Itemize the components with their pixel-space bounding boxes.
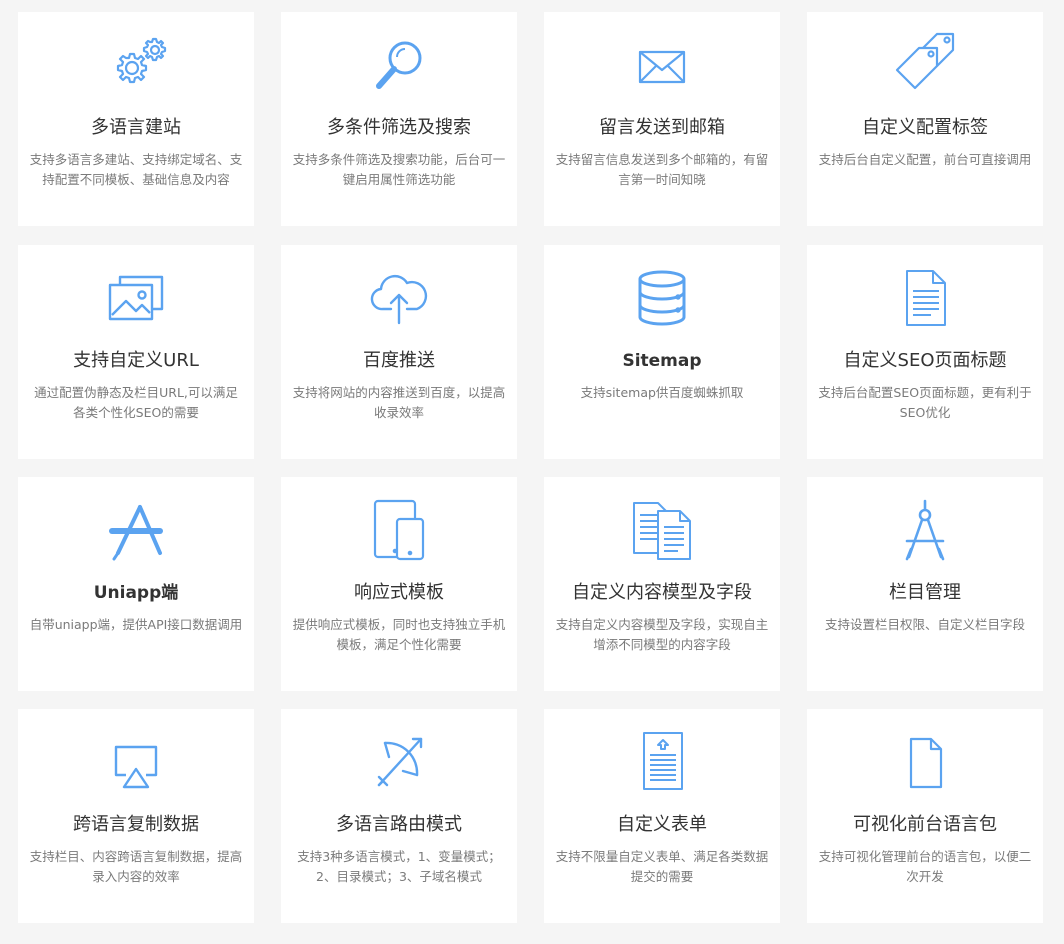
feature-title: Sitemap: [622, 351, 702, 371]
feature-card-seo-title[interactable]: 自定义SEO页面标题 支持后台配置SEO页面标题，更有利于SEO优化: [807, 245, 1043, 459]
feature-title: 支持自定义URL: [73, 350, 199, 371]
feature-desc: 支持栏目、内容跨语言复制数据，提高录入内容的效率: [29, 849, 243, 884]
feature-title: 百度推送: [363, 350, 435, 371]
feature-card-responsive[interactable]: 响应式模板 提供响应式模板，同时也支持独立手机模板，满足个性化需要: [281, 477, 517, 691]
feature-title: 多条件筛选及搜索: [327, 117, 471, 138]
feature-card-lang-pack[interactable]: 可视化前台语言包 支持可视化管理前台的语言包，以便二次开发: [807, 709, 1043, 923]
feature-desc: 支持设置栏目权限、自定义栏目字段: [824, 617, 1025, 632]
feature-desc: 支持不限量自定义表单、满足各类数据提交的需要: [555, 849, 769, 884]
feature-desc: 支持后台配置SEO页面标题，更有利于SEO优化: [818, 385, 1032, 420]
feature-title: 留言发送到邮箱: [599, 117, 725, 138]
feature-card-column-manage[interactable]: 栏目管理 支持设置栏目权限、自定义栏目字段: [807, 477, 1043, 691]
feature-desc: 支持留言信息发送到多个邮箱的，有留言第一时间知晓: [555, 152, 769, 187]
feature-card-custom-form[interactable]: 自定义表单 支持不限量自定义表单、满足各类数据提交的需要: [544, 709, 780, 923]
feature-card-multilang-site[interactable]: 多语言建站 支持多语言多建站、支持绑定域名、支持配置不同模板、基础信息及内容: [18, 12, 254, 226]
feature-desc: 支持多语言多建站、支持绑定域名、支持配置不同模板、基础信息及内容: [29, 152, 243, 187]
feature-desc: 提供响应式模板，同时也支持独立手机模板，满足个性化需要: [292, 617, 506, 652]
envelope-icon: [544, 36, 780, 98]
feature-card-custom-url[interactable]: 支持自定义URL 通过配置伪静态及栏目URL,可以满足各类个性化SEO的需要: [18, 245, 254, 459]
feature-title: 栏目管理: [889, 582, 961, 603]
feature-desc: 支持自定义内容模型及字段，实现自主增添不同模型的内容字段: [555, 617, 769, 652]
cloud-upload-icon: [281, 269, 517, 331]
feature-title: 自定义表单: [617, 814, 707, 835]
feature-desc: 通过配置伪静态及栏目URL,可以满足各类个性化SEO的需要: [34, 385, 238, 420]
feature-title: 自定义配置标签: [862, 117, 988, 138]
feature-card-filter-search[interactable]: 多条件筛选及搜索 支持多条件筛选及搜索功能，后台可一键启用属性筛选功能: [281, 12, 517, 226]
feature-desc: 支持多条件筛选及搜索功能，后台可一键启用属性筛选功能: [292, 152, 506, 187]
gears-icon: [18, 36, 254, 98]
bow-arrow-icon: [281, 733, 517, 795]
documents-icon: [544, 501, 780, 563]
form-document-icon: [544, 732, 780, 795]
feature-desc: 自带uniapp端，提供API接口数据调用: [29, 617, 243, 632]
feature-title: 跨语言复制数据: [73, 814, 199, 835]
feature-card-sitemap[interactable]: Sitemap 支持sitemap供百度蜘蛛抓取: [544, 245, 780, 459]
magnifier-icon: [281, 36, 517, 98]
feature-desc: 支持可视化管理前台的语言包，以便二次开发: [818, 849, 1032, 884]
feature-desc: 支持将网站的内容推送到百度，以提高收录效率: [292, 385, 506, 420]
feature-card-uniapp[interactable]: Uniapp端 自带uniapp端，提供API接口数据调用: [18, 477, 254, 691]
airplay-icon: [18, 733, 254, 795]
feature-desc: 支持后台自定义配置，前台可直接调用: [818, 152, 1032, 167]
feature-desc: 支持3种多语言模式，1、变量模式；2、目录模式；3、子域名模式: [297, 849, 501, 884]
feature-card-custom-tags[interactable]: 自定义配置标签 支持后台自定义配置，前台可直接调用: [807, 12, 1043, 226]
compass-icon: [807, 499, 1043, 563]
feature-title: 响应式模板: [354, 582, 444, 603]
images-icon: [18, 269, 254, 331]
feature-desc: 支持sitemap供百度蜘蛛抓取: [580, 385, 744, 400]
feature-card-cross-lang-copy[interactable]: 跨语言复制数据 支持栏目、内容跨语言复制数据，提高录入内容的效率: [18, 709, 254, 923]
feature-title: 自定义SEO页面标题: [843, 350, 1007, 371]
responsive-devices-icon: [281, 499, 517, 563]
feature-title: Uniapp端: [93, 583, 179, 603]
feature-card-message-email[interactable]: 留言发送到邮箱 支持留言信息发送到多个邮箱的，有留言第一时间知晓: [544, 12, 780, 226]
file-icon: [807, 733, 1043, 795]
app-store-icon: [18, 501, 254, 563]
tags-icon: [807, 32, 1043, 98]
feature-card-content-model[interactable]: 自定义内容模型及字段 支持自定义内容模型及字段，实现自主增添不同模型的内容字段: [544, 477, 780, 691]
feature-title: 多语言路由模式: [336, 814, 462, 835]
feature-title: 多语言建站: [91, 117, 181, 138]
document-icon: [807, 269, 1043, 331]
feature-title: 自定义内容模型及字段: [572, 582, 752, 603]
database-icon: [544, 269, 780, 331]
feature-card-baidu-push[interactable]: 百度推送 支持将网站的内容推送到百度，以提高收录效率: [281, 245, 517, 459]
feature-card-route-mode[interactable]: 多语言路由模式 支持3种多语言模式，1、变量模式；2、目录模式；3、子域名模式: [281, 709, 517, 923]
feature-grid: 多语言建站 支持多语言多建站、支持绑定域名、支持配置不同模板、基础信息及内容 多…: [0, 0, 1064, 944]
feature-title: 可视化前台语言包: [853, 814, 997, 835]
